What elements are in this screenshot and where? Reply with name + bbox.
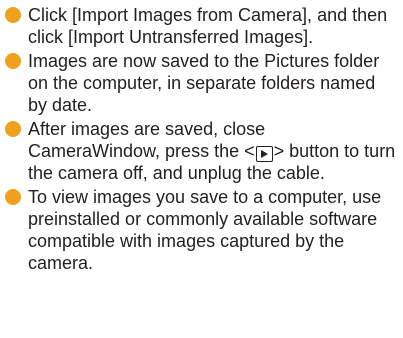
bullet-dot-icon bbox=[5, 189, 21, 205]
instruction-list: Click [Import Images from Camera], and t… bbox=[4, 4, 397, 274]
list-item: To view images you save to a computer, u… bbox=[4, 186, 397, 274]
list-item: Click [Import Images from Camera], and t… bbox=[4, 4, 397, 48]
list-item: After images are saved, close CameraWind… bbox=[4, 118, 397, 184]
list-item-text: To view images you save to a computer, u… bbox=[28, 187, 382, 273]
bullet-dot-icon bbox=[5, 121, 21, 137]
bullet-dot-icon bbox=[5, 7, 21, 23]
list-item-text: Images are now saved to the Pictures fol… bbox=[28, 51, 380, 115]
bullet-dot-icon bbox=[5, 53, 21, 69]
list-item-text: Click [Import Images from Camera], and t… bbox=[28, 5, 388, 47]
list-item: Images are now saved to the Pictures fol… bbox=[4, 50, 397, 116]
instruction-page: Click [Import Images from Camera], and t… bbox=[0, 0, 403, 338]
play-button-icon bbox=[255, 146, 273, 162]
list-item-text-before: After images are saved, close CameraWind… bbox=[28, 119, 266, 161]
